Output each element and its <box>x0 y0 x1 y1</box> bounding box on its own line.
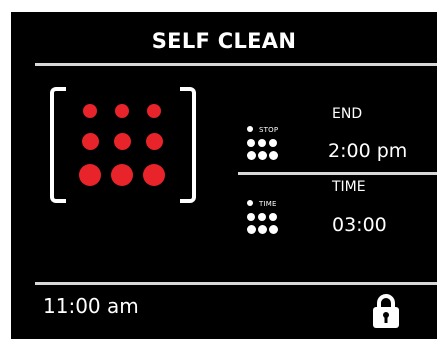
padlock-icon-graphic <box>373 294 399 328</box>
icon-dot <box>257 224 267 234</box>
oven-display: SELF CLEAN STOP END 2:00 pm TIME TIME 03… <box>11 12 437 339</box>
icon-dot <box>268 224 278 234</box>
icon-dot <box>247 200 253 206</box>
icon-dot <box>247 126 253 132</box>
time-label: TIME <box>332 179 366 195</box>
bracket-left <box>50 87 66 203</box>
divider-bottom <box>35 282 437 285</box>
icon-dot <box>268 150 278 160</box>
time-icon-caption: TIME <box>259 200 277 208</box>
icon-dot <box>246 224 256 234</box>
heating-dot <box>143 164 165 186</box>
stop-icon-caption: STOP <box>259 126 279 134</box>
icon-dot <box>247 213 255 221</box>
divider-middle <box>238 172 437 175</box>
bracket-right <box>180 87 196 203</box>
icon-dot <box>258 213 266 221</box>
padlock-icon[interactable] <box>371 293 401 333</box>
heating-dot <box>147 104 161 118</box>
icon-dot <box>269 139 277 147</box>
icon-dot <box>258 139 266 147</box>
clock: 11:00 am <box>43 294 139 318</box>
heating-dot <box>83 104 97 118</box>
icon-dot <box>269 213 277 221</box>
icon-dot <box>257 150 267 160</box>
end-label: END <box>332 106 363 122</box>
heating-dot <box>81 132 99 150</box>
icon-dot <box>246 150 256 160</box>
heating-dot <box>113 132 131 150</box>
heating-dot <box>145 132 163 150</box>
divider-top <box>35 63 437 66</box>
heating-dot <box>79 164 101 186</box>
page-title: SELF CLEAN <box>151 29 297 53</box>
icon-dot <box>247 139 255 147</box>
end-value[interactable]: 2:00 pm <box>328 140 407 162</box>
heating-dot <box>111 164 133 186</box>
heating-dot <box>115 104 129 118</box>
time-value[interactable]: 03:00 <box>332 214 387 236</box>
